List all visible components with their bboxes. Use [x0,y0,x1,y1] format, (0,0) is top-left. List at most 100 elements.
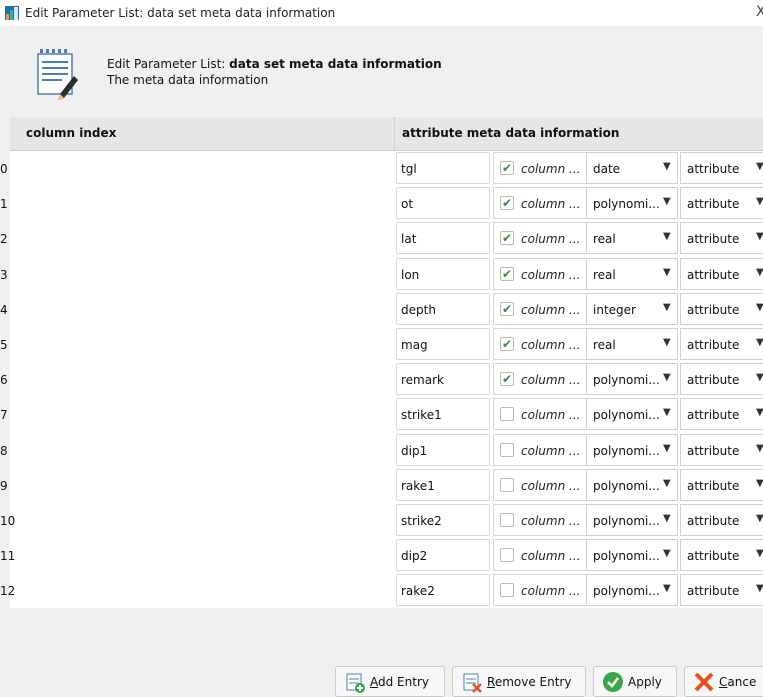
checkbox-label: column ... [521,443,581,458]
role-select[interactable]: attribute ▼ [680,187,763,220]
dropdown-arrow-icon: ▼ [756,407,763,419]
column-checkbox-cell[interactable]: column ... [493,539,589,572]
attribute-name-input[interactable]: ot [396,187,490,220]
value-type-select[interactable]: real ▼ [586,257,678,290]
unchecked-checkbox[interactable] [500,407,514,422]
attribute-name-input[interactable]: strike1 [396,398,490,431]
column-checkbox-cell[interactable]: column ... [493,574,589,607]
attribute-name-input[interactable]: mag [396,328,490,360]
row-index: 11 [0,549,16,564]
checkbox-label: column ... [521,478,581,493]
remove-entry-label: emove Entry [494,674,572,689]
dropdown-arrow-icon: ▼ [756,161,763,172]
role-select[interactable]: attribute ▼ [680,328,763,360]
table-row: 0 tgl ✔ column ... date ▼ attribute ▼ [0,151,763,186]
checkbox-label: column ... [521,197,581,212]
checkbox-label: column ... [521,549,581,564]
unchecked-checkbox[interactable] [500,477,514,492]
value-type-select[interactable]: polynomi... ▼ [586,574,678,607]
dropdown-arrow-icon: ▼ [756,231,763,243]
value-type-select[interactable]: polynomi... ▼ [586,504,678,536]
role-select[interactable]: attribute ▼ [680,574,763,607]
dropdown-arrow-icon: ▼ [663,266,671,278]
checkbox-label: column ... [521,162,581,176]
value-type-select[interactable]: integer ▼ [586,292,678,325]
role-select[interactable]: attribute ▼ [680,152,763,184]
attribute-name-input[interactable]: tgl [396,152,490,184]
role-select[interactable]: attribute ▼ [680,398,763,431]
dropdown-arrow-icon: ▼ [756,513,763,524]
column-checkbox-cell[interactable]: ✔ column ... [493,257,589,290]
checked-checkbox[interactable]: ✔ [500,301,514,316]
attribute-name-input[interactable]: dip1 [396,433,490,466]
checked-checkbox[interactable]: ✔ [500,161,514,175]
unchecked-checkbox[interactable] [500,513,514,527]
column-checkbox-cell[interactable]: ✔ column ... [493,222,589,255]
role-select[interactable]: attribute ▼ [680,292,763,325]
row-index: 1 [0,197,8,212]
value-type-select[interactable]: date ▼ [586,152,678,184]
column-checkbox-cell[interactable]: column ... [493,504,589,536]
attribute-name-input[interactable]: lat [396,222,490,255]
checked-checkbox[interactable]: ✔ [500,196,514,211]
value-type-value: polynomi... [593,408,660,423]
role-select[interactable]: attribute ▼ [680,504,763,536]
column-checkbox-cell[interactable]: ✔ column ... [493,187,589,220]
dropdown-arrow-icon: ▼ [756,196,763,208]
row-index: 3 [0,267,8,282]
close-icon[interactable]: X [756,4,763,20]
role-select[interactable]: attribute ▼ [680,468,763,501]
column-checkbox-cell[interactable]: ✔ column ... [493,292,589,325]
table-row: 10 strike2 column ... polynomi... ▼ attribute… [0,503,763,538]
table-row: 4 depth ✔ column ... integer ▼ attribute ▼ [0,291,763,327]
value-type-select[interactable]: real ▼ [586,328,678,360]
checked-checkbox[interactable]: ✔ [500,372,514,387]
value-type-value: real [593,267,616,282]
checked-checkbox[interactable]: ✔ [500,337,514,351]
apply-button[interactable]: Apply [593,666,677,697]
attribute-name-input[interactable]: lon [396,257,490,290]
checked-checkbox[interactable]: ✔ [500,231,514,246]
attribute-name-input[interactable]: rake2 [396,574,490,607]
column-checkbox-cell[interactable]: ✔ column ... [493,328,589,360]
remove-entry-button[interactable]: Remove Entry [452,666,586,697]
remove-entry-mnemonic: R [487,674,495,689]
column-checkbox-cell[interactable]: column ... [493,398,589,431]
dropdown-arrow-icon: ▼ [663,372,671,384]
column-checkbox-cell[interactable]: ✔ column ... [493,363,589,396]
attribute-name-input[interactable]: depth [396,292,490,325]
role-select[interactable]: attribute ▼ [680,222,763,255]
role-select[interactable]: attribute ▼ [680,539,763,572]
attribute-name-input[interactable]: rake1 [396,468,490,501]
value-type-select[interactable]: polynomi... ▼ [586,468,678,501]
unchecked-checkbox[interactable] [500,548,514,563]
unchecked-checkbox[interactable] [500,442,514,457]
column-checkbox-cell[interactable]: column ... [493,468,589,501]
role-select[interactable]: attribute ▼ [680,257,763,290]
value-type-select[interactable]: polynomi... ▼ [586,363,678,396]
value-type-select[interactable]: polynomi... ▼ [586,433,678,466]
value-type-select[interactable]: polynomi... ▼ [586,398,678,431]
attribute-name-input[interactable]: remark [396,363,490,396]
cancel-button[interactable]: Cance [684,666,763,697]
role-select[interactable]: attribute ▼ [680,433,763,466]
column-header-meta: attribute meta data information [402,126,620,140]
checkbox-label: column ... [521,302,581,317]
value-type-select[interactable]: polynomi... ▼ [586,187,678,220]
checked-checkbox[interactable]: ✔ [500,266,514,281]
window-title: Edit Parameter List: data set meta data … [25,6,336,20]
attribute-name-input[interactable]: dip2 [396,539,490,572]
value-type-select[interactable]: real ▼ [586,222,678,255]
value-type-select[interactable]: polynomi... ▼ [586,539,678,572]
column-checkbox-cell[interactable]: ✔ column ... [493,152,589,184]
dropdown-arrow-icon: ▼ [663,301,671,313]
attribute-name-input[interactable]: strike2 [396,504,490,536]
title-bar: Edit Parameter List: data set meta data … [0,0,763,26]
value-type-value: polynomi... [593,373,660,388]
header-subtitle: The meta data information [107,73,269,87]
unchecked-checkbox[interactable] [500,583,514,598]
column-checkbox-cell[interactable]: column ... [493,433,589,466]
add-entry-button[interactable]: Add Entry [335,666,445,697]
dropdown-arrow-icon: ▼ [756,301,763,313]
role-select[interactable]: attribute ▼ [680,363,763,396]
